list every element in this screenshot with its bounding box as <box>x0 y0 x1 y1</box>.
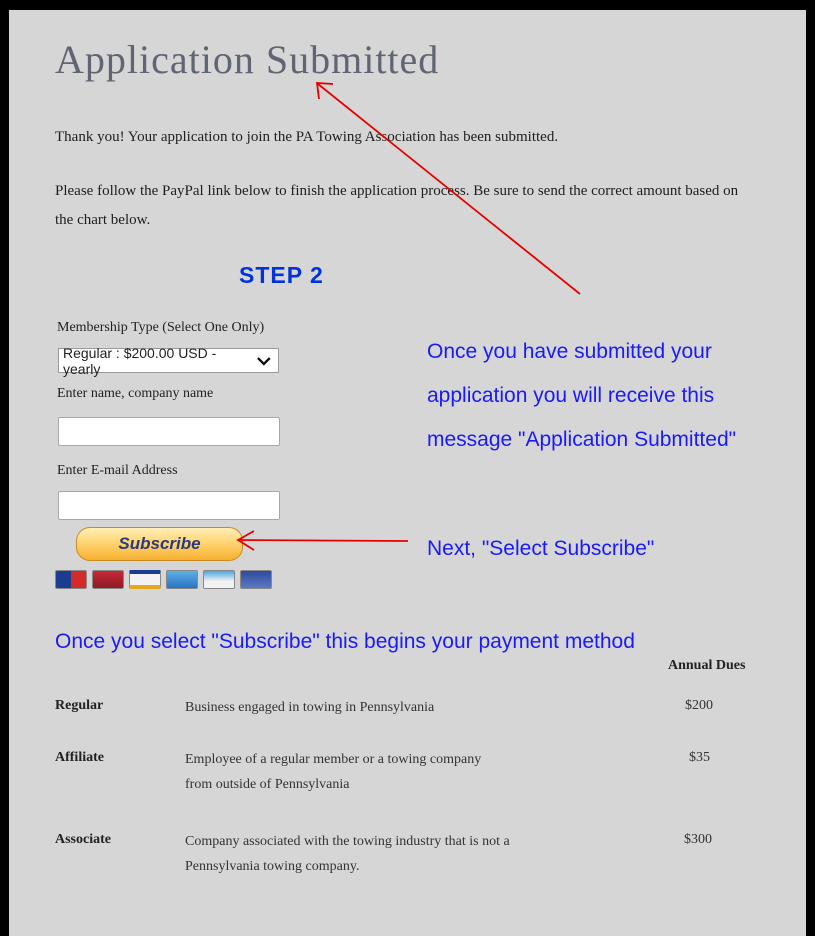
annotation-arrows <box>236 82 581 551</box>
arrow-to-subscribe <box>236 530 409 551</box>
arrow-to-title <box>315 82 581 295</box>
